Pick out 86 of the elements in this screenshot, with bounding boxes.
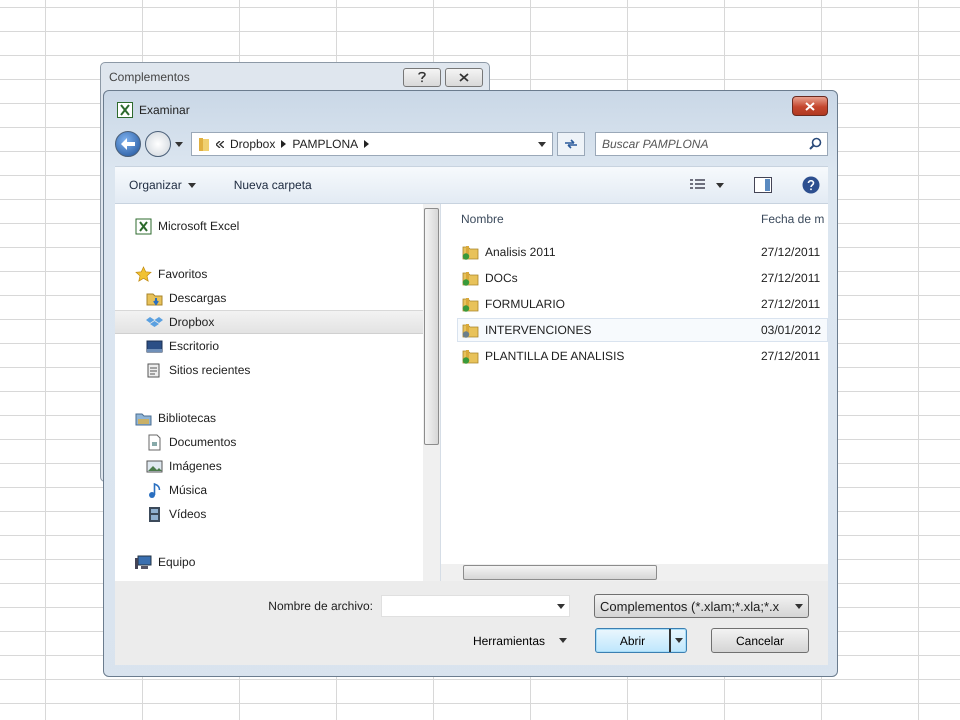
organize-button[interactable]: Organizar bbox=[125, 176, 200, 194]
open-button[interactable]: Abrir bbox=[595, 628, 687, 653]
close-icon bbox=[805, 102, 815, 110]
caret-icon bbox=[188, 182, 196, 188]
breadcrumb[interactable]: PAMPLONA bbox=[292, 137, 358, 151]
scrollbar-thumb[interactable] bbox=[424, 208, 439, 445]
column-header[interactable]: Nombre bbox=[461, 212, 761, 226]
file-row[interactable]: PLANTILLA DE ANALISIS 27/12/2011 bbox=[457, 344, 828, 368]
chevron-right-icon bbox=[364, 140, 370, 148]
excel-icon bbox=[135, 218, 152, 234]
help-icon bbox=[418, 71, 426, 83]
nav-item[interactable]: Escritorio bbox=[115, 334, 423, 358]
help-icon[interactable] bbox=[802, 176, 820, 194]
file-date: 03/01/2012 bbox=[761, 323, 822, 337]
file-row[interactable]: Analisis 2011 27/12/2011 bbox=[457, 240, 828, 264]
search-field[interactable]: Buscar PAMPLONA bbox=[595, 132, 828, 156]
nav-item[interactable]: Microsoft Excel bbox=[115, 214, 423, 238]
file-row[interactable]: DOCs 27/12/2011 bbox=[457, 266, 828, 290]
folder-icon bbox=[462, 270, 479, 286]
file-name: INTERVENCIONES bbox=[485, 323, 592, 337]
file-name: DOCs bbox=[485, 271, 519, 285]
tools-button[interactable]: Herramientas bbox=[466, 632, 573, 648]
nav-item[interactable]: Música bbox=[115, 478, 423, 502]
double-chevron-left-icon bbox=[216, 140, 224, 148]
help-button[interactable] bbox=[403, 68, 441, 86]
caret-icon bbox=[559, 638, 567, 643]
file-date: 27/12/2011 bbox=[761, 271, 820, 285]
nav-item[interactable]: Favoritos bbox=[115, 262, 423, 286]
computer-icon bbox=[135, 554, 152, 570]
file-date: 27/12/2011 bbox=[761, 245, 820, 259]
nav-item[interactable]: Descargas bbox=[115, 286, 423, 310]
file-row[interactable]: FORMULARIO 27/12/2011 bbox=[457, 292, 828, 316]
dialog-title: Complementos bbox=[109, 70, 191, 84]
nav-item[interactable]: Vídeos bbox=[115, 502, 423, 526]
nav-item[interactable]: Equipo bbox=[115, 550, 423, 574]
search-icon bbox=[809, 137, 822, 150]
file-date: 27/12/2011 bbox=[761, 297, 820, 311]
history-caret-icon bbox=[175, 142, 183, 146]
address-caret-icon bbox=[538, 142, 546, 146]
address-bar[interactable]: Dropbox PAMPLONA bbox=[191, 132, 553, 156]
refresh-icon bbox=[564, 138, 578, 150]
file-row[interactable]: INTERVENCIONES 03/01/2012 bbox=[457, 318, 828, 342]
file-type-dropdown[interactable]: Complementos (*.xlam;*.xla;*.x bbox=[594, 594, 809, 618]
document-icon bbox=[146, 434, 163, 450]
music-note-icon bbox=[146, 482, 163, 498]
star-icon bbox=[135, 266, 152, 282]
nav-item[interactable]: Dropbox bbox=[115, 310, 423, 334]
film-icon bbox=[146, 506, 163, 522]
chevron-right-icon bbox=[281, 140, 286, 148]
close-button[interactable] bbox=[792, 96, 828, 116]
nav-item[interactable]: Imágenes bbox=[115, 454, 423, 478]
file-name: Analisis 2011 bbox=[485, 245, 556, 259]
folder-icon bbox=[462, 296, 479, 312]
file-name: PLANTILLA DE ANALISIS bbox=[485, 349, 626, 363]
refresh-button[interactable] bbox=[557, 132, 585, 156]
folder-icon bbox=[462, 348, 479, 364]
folder-icon bbox=[198, 136, 210, 152]
nav-item[interactable]: Bibliotecas bbox=[115, 406, 423, 430]
desktop-icon bbox=[146, 338, 163, 354]
caret-icon bbox=[557, 604, 565, 608]
new-folder-button[interactable]: Nueva carpeta bbox=[230, 176, 316, 194]
close-button[interactable] bbox=[445, 68, 483, 86]
close-icon bbox=[459, 72, 469, 82]
horizontal-scrollbar[interactable] bbox=[441, 564, 828, 581]
caret-icon bbox=[674, 638, 682, 643]
arrow-left-icon bbox=[121, 138, 135, 150]
caret-icon bbox=[795, 604, 803, 608]
file-name-label: Nombre de archivo: bbox=[268, 599, 373, 613]
file-name-field[interactable] bbox=[381, 595, 570, 617]
dialog-title: Examinar bbox=[139, 103, 191, 117]
file-date: 27/12/2011 bbox=[761, 349, 820, 363]
back-button[interactable] bbox=[115, 131, 141, 157]
view-list-icon[interactable] bbox=[690, 178, 724, 192]
vertical-scrollbar[interactable] bbox=[423, 204, 440, 581]
image-icon bbox=[146, 458, 163, 474]
nav-item[interactable]: Documentos bbox=[115, 430, 423, 454]
column-header[interactable]: Fecha de m bbox=[761, 212, 824, 226]
cancel-button[interactable]: Cancelar bbox=[711, 628, 809, 653]
file-name: FORMULARIO bbox=[485, 297, 566, 311]
breadcrumb[interactable]: Dropbox bbox=[230, 137, 276, 151]
scrollbar-thumb[interactable] bbox=[463, 565, 657, 580]
preview-pane-icon[interactable] bbox=[754, 177, 772, 193]
nav-item[interactable]: Sitios recientes bbox=[115, 358, 423, 382]
folder-icon bbox=[462, 244, 479, 260]
folder-icon bbox=[462, 322, 479, 338]
excel-icon bbox=[117, 102, 133, 118]
